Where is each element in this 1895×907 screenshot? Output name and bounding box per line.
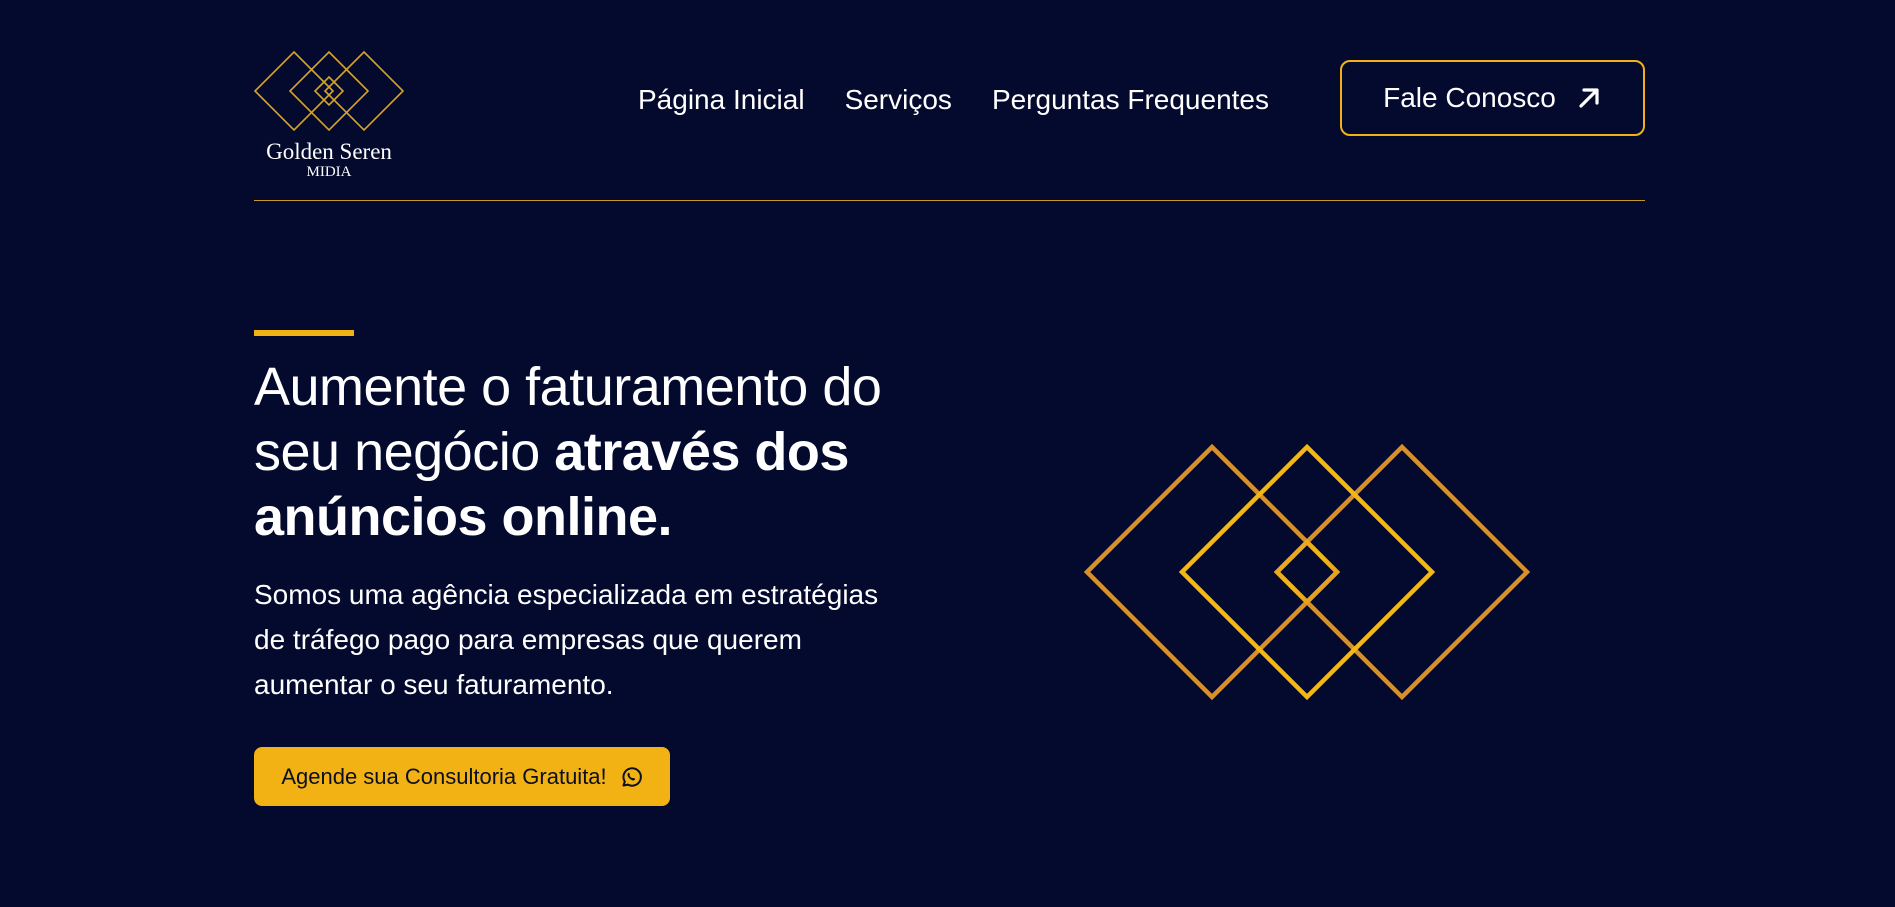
hero-title: Aumente o faturamento do seu negócio atr… bbox=[254, 355, 894, 550]
brand-logo[interactable]: Golden Seren MIDIA bbox=[254, 40, 404, 180]
hero-description: Somos uma agência especializada em estra… bbox=[254, 579, 879, 700]
main-nav: Página Inicial Serviços Perguntas Freque… bbox=[638, 80, 1269, 120]
nav-item-services[interactable]: Serviços bbox=[845, 80, 952, 120]
nav-item-home[interactable]: Página Inicial bbox=[638, 80, 805, 120]
header-divider bbox=[254, 200, 1645, 201]
site-header: Golden Seren MIDIA Página Inicial Serviç… bbox=[254, 30, 1645, 201]
contact-button-label: Fale Conosco bbox=[1383, 82, 1556, 113]
diamonds-logo-icon bbox=[254, 50, 404, 132]
graphic-diamond-center bbox=[1178, 443, 1436, 701]
graphic-diamond-left bbox=[1083, 443, 1341, 701]
graphic-diamond-right bbox=[1273, 443, 1531, 701]
whatsapp-icon bbox=[622, 766, 642, 787]
consultation-cta-button[interactable]: Agende sua Consultoria Gratuita! bbox=[254, 747, 670, 806]
golden-diamonds-graphic bbox=[1083, 443, 1531, 701]
brand-name: Golden Seren bbox=[266, 139, 392, 164]
landing-page: Golden Seren MIDIA Página Inicial Serviç… bbox=[0, 0, 1895, 907]
graphic-diamond-inner bbox=[1273, 538, 1341, 606]
nav-item-faq[interactable]: Perguntas Frequentes bbox=[992, 80, 1269, 120]
cta-button-label: Agende sua Consultoria Gratuita! bbox=[281, 763, 607, 789]
arrow-up-right-icon bbox=[1579, 88, 1599, 108]
brand-subtitle: MIDIA bbox=[306, 164, 352, 180]
contact-button[interactable]: Fale Conosco bbox=[1340, 60, 1645, 136]
title-accent-bar bbox=[254, 330, 354, 336]
